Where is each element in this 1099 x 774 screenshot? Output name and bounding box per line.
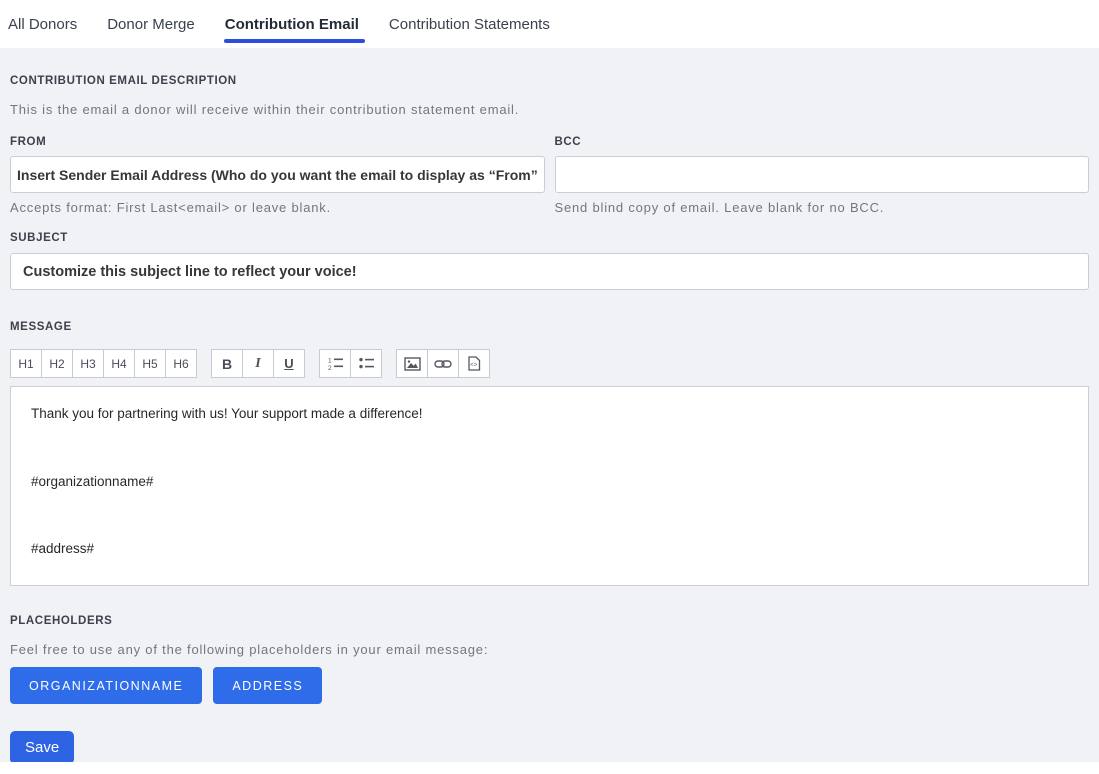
tab-contribution-statements[interactable]: Contribution Statements bbox=[389, 0, 550, 48]
organizationname-placeholder-button[interactable]: ORGANIZATIONNAME bbox=[10, 667, 202, 704]
subject-input[interactable] bbox=[10, 253, 1089, 290]
italic-button[interactable]: I bbox=[242, 349, 274, 378]
save-row: Save bbox=[10, 731, 1089, 762]
unordered-list-icon bbox=[358, 356, 375, 371]
message-field-group: MESSAGE H1 H2 H3 H4 H5 H6 B I U bbox=[10, 321, 1089, 586]
tab-all-donors[interactable]: All Donors bbox=[8, 0, 77, 48]
section-description: This is the email a donor will receive w… bbox=[10, 102, 1089, 117]
insert-button-group: <> bbox=[396, 349, 490, 378]
h3-button[interactable]: H3 bbox=[72, 349, 104, 378]
h2-button[interactable]: H2 bbox=[41, 349, 73, 378]
from-label: FROM bbox=[10, 136, 545, 148]
bcc-input[interactable] bbox=[555, 156, 1090, 193]
from-input[interactable] bbox=[10, 156, 545, 193]
page: All Donors Donor Merge Contribution Emai… bbox=[0, 0, 1099, 774]
format-button-group: B I U bbox=[211, 349, 305, 378]
insert-link-button[interactable] bbox=[427, 349, 459, 378]
tab-bar: All Donors Donor Merge Contribution Emai… bbox=[0, 0, 1099, 48]
svg-text:1: 1 bbox=[328, 358, 332, 365]
placeholders-description: Feel free to use any of the following pl… bbox=[10, 642, 1089, 657]
subject-label: SUBJECT bbox=[10, 232, 1089, 244]
heading-button-group: H1 H2 H3 H4 H5 H6 bbox=[10, 349, 197, 378]
h1-button[interactable]: H1 bbox=[10, 349, 42, 378]
from-field-group: FROM Accepts format: First Last<email> o… bbox=[10, 136, 545, 215]
insert-image-button[interactable] bbox=[396, 349, 428, 378]
ordered-list-icon: 1 2 bbox=[327, 356, 344, 371]
placeholder-buttons: ORGANIZATIONNAME ADDRESS bbox=[10, 667, 1089, 704]
footer-strip bbox=[0, 762, 1099, 774]
contribution-email-panel: CONTRIBUTION EMAIL DESCRIPTION This is t… bbox=[0, 48, 1099, 762]
code-file-icon: <> bbox=[467, 356, 481, 371]
placeholders-title: PLACEHOLDERS bbox=[10, 615, 1089, 627]
h5-button[interactable]: H5 bbox=[134, 349, 166, 378]
h6-button[interactable]: H6 bbox=[165, 349, 197, 378]
svg-text:<>: <> bbox=[470, 363, 478, 369]
tab-contribution-email[interactable]: Contribution Email bbox=[225, 0, 359, 48]
address-placeholder-button[interactable]: ADDRESS bbox=[213, 667, 322, 704]
editor-toolbar: H1 H2 H3 H4 H5 H6 B I U 1 bbox=[10, 349, 1089, 378]
bold-button[interactable]: B bbox=[211, 349, 243, 378]
underline-button[interactable]: U bbox=[273, 349, 305, 378]
svg-text:2: 2 bbox=[328, 365, 332, 371]
section-title: CONTRIBUTION EMAIL DESCRIPTION bbox=[10, 75, 1089, 87]
message-label: MESSAGE bbox=[10, 321, 1089, 333]
bcc-field-group: BCC Send blind copy of email. Leave blan… bbox=[555, 136, 1090, 215]
bcc-helper-text: Send blind copy of email. Leave blank fo… bbox=[555, 200, 1090, 215]
image-icon bbox=[404, 357, 421, 371]
insert-code-button[interactable]: <> bbox=[458, 349, 490, 378]
from-helper-text: Accepts format: First Last<email> or lea… bbox=[10, 200, 545, 215]
bcc-label: BCC bbox=[555, 136, 1090, 148]
from-bcc-row: FROM Accepts format: First Last<email> o… bbox=[10, 136, 1089, 215]
placeholders-section: PLACEHOLDERS Feel free to use any of the… bbox=[10, 615, 1089, 704]
tab-donor-merge[interactable]: Donor Merge bbox=[107, 0, 195, 48]
h4-button[interactable]: H4 bbox=[103, 349, 135, 378]
ordered-list-button[interactable]: 1 2 bbox=[319, 349, 351, 378]
subject-field-group: SUBJECT bbox=[10, 232, 1089, 290]
unordered-list-button[interactable] bbox=[350, 349, 382, 378]
save-button[interactable]: Save bbox=[10, 731, 74, 762]
message-editor[interactable]: Thank you for partnering with us! Your s… bbox=[10, 386, 1089, 586]
link-icon bbox=[434, 358, 452, 370]
list-button-group: 1 2 bbox=[319, 349, 382, 378]
